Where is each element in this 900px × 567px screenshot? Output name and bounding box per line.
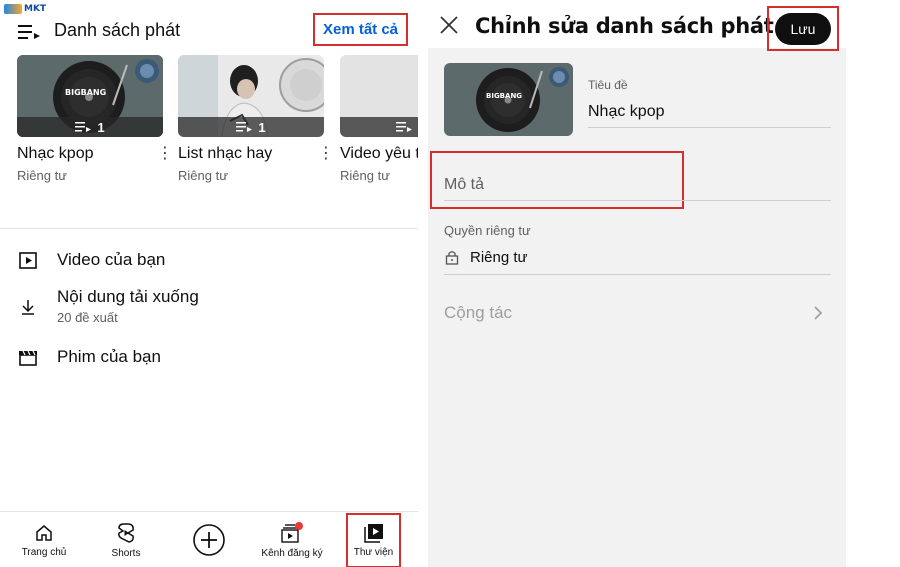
nav-home[interactable]: Trang chủ — [14, 512, 74, 567]
playlist-cover[interactable]: BIGBANG — [444, 63, 573, 136]
more-options-icon[interactable]: ⋮ — [157, 146, 173, 163]
svg-text:BIGBANG: BIGBANG — [65, 88, 106, 97]
subscriptions-icon — [281, 521, 303, 543]
playlist-icon — [18, 25, 40, 39]
video-count-overlay — [340, 117, 418, 137]
playlist-card-list-nhac-hay[interactable]: 1 List nhạc hay Riêng tư — [178, 55, 324, 183]
bottom-navigation: Trang chủ Shorts Kênh đăng ký Thư viện — [0, 511, 418, 567]
library-item-label: Nội dung tải xuống — [57, 287, 199, 306]
playlist-thumbnail[interactable] — [340, 55, 418, 137]
playlist-privacy: Riêng tư — [17, 168, 67, 183]
playlist-small-icon — [75, 122, 92, 132]
playlist-title[interactable]: List nhạc hay — [178, 145, 324, 163]
playlist-small-icon — [396, 122, 412, 132]
playlist-small-icon — [236, 122, 253, 132]
library-item-your-movies[interactable]: Phim của bạn — [18, 347, 161, 367]
nav-create[interactable] — [186, 512, 232, 567]
shorts-icon — [118, 522, 134, 543]
nav-label: Thư viện — [353, 547, 394, 558]
privacy-field[interactable]: Riêng tư — [470, 249, 528, 266]
svg-text:BIGBANG: BIGBANG — [486, 92, 522, 100]
play-box-icon — [19, 252, 37, 269]
video-count-overlay: 1 — [178, 117, 324, 137]
create-plus-icon — [193, 524, 225, 556]
save-highlight: Lưu — [767, 6, 839, 51]
title-field[interactable]: Nhạc kpop — [588, 103, 665, 121]
playlist-thumbnail[interactable]: BIGBANG 1 — [17, 55, 163, 137]
library-item-label: Video của bạn — [57, 250, 166, 269]
nav-label: Shorts — [111, 547, 141, 559]
clapperboard-icon — [19, 350, 37, 366]
edit-playlist-panel: Chỉnh sửa danh sách phát Lưu BIGBANG Tiê… — [428, 0, 846, 567]
vinyl-thumbnail-image: BIGBANG — [444, 63, 573, 136]
save-button[interactable]: Lưu — [775, 12, 831, 45]
download-icon — [22, 300, 34, 315]
logo-text: MKT — [24, 4, 47, 14]
video-count: 1 — [97, 119, 105, 135]
privacy-field-label: Quyền riêng tư — [444, 223, 531, 238]
nav-label: Kênh đăng ký — [261, 547, 323, 559]
collaborate-item[interactable]: Cộng tác — [444, 303, 512, 323]
playlist-privacy: Riêng tư — [340, 168, 390, 183]
chevron-right-icon[interactable] — [813, 305, 823, 321]
close-icon[interactable] — [438, 14, 460, 36]
playlist-title[interactable]: Nhạc kpop — [17, 145, 163, 163]
edit-title: Chỉnh sửa danh sách phát — [475, 14, 774, 38]
library-item-your-videos[interactable]: Video của bạn — [18, 250, 165, 270]
library-icon — [363, 524, 383, 543]
playlist-privacy: Riêng tư — [178, 168, 228, 183]
library-item-downloads[interactable]: Nội dung tải xuống 20 đề xuất — [18, 287, 199, 325]
logo-icon — [4, 4, 22, 14]
more-options-icon[interactable]: ⋮ — [318, 146, 334, 163]
playlist-carousel: BIGBANG 1 Nhạc kpop Riêng tư ⋮ 1 List nh… — [17, 55, 418, 195]
playlist-card-video-yeu-thich[interactable]: Video yêu thích Riêng tư — [340, 55, 418, 183]
video-count-overlay: 1 — [17, 117, 163, 137]
divider — [0, 228, 418, 229]
nav-library[interactable]: Thư viện — [346, 513, 401, 567]
nav-shorts[interactable]: Shorts — [96, 512, 156, 567]
privacy-underline — [444, 274, 831, 275]
library-item-label: Phim của bạn — [57, 347, 161, 366]
title-field-underline — [588, 127, 831, 128]
edit-header: Chỉnh sửa danh sách phát Lưu — [428, 0, 846, 51]
mkt-logo: MKT — [4, 2, 50, 16]
nav-label: Trang chủ — [21, 546, 67, 558]
see-all-button[interactable]: Xem tất cả — [313, 13, 408, 46]
video-count: 1 — [258, 119, 266, 135]
nav-subscriptions[interactable]: Kênh đăng ký — [258, 512, 326, 567]
playlist-thumbnail[interactable]: 1 — [178, 55, 324, 137]
description-field[interactable]: Mô tả — [444, 176, 484, 194]
home-icon — [36, 524, 52, 541]
library-item-sub: 20 đề xuất — [57, 310, 118, 325]
title-field-label: Tiêu đề — [588, 78, 628, 92]
description-underline — [444, 200, 831, 201]
library-panel: MKT Danh sách phát Xem tất cả BIGBANG 1 … — [0, 0, 418, 567]
notification-dot — [295, 521, 303, 530]
playlists-heading: Danh sách phát — [54, 20, 181, 40]
playlist-title[interactable]: Video yêu thích — [340, 145, 418, 163]
lock-icon — [445, 251, 459, 265]
playlist-card-nhac-kpop[interactable]: BIGBANG 1 Nhạc kpop Riêng tư — [17, 55, 163, 183]
